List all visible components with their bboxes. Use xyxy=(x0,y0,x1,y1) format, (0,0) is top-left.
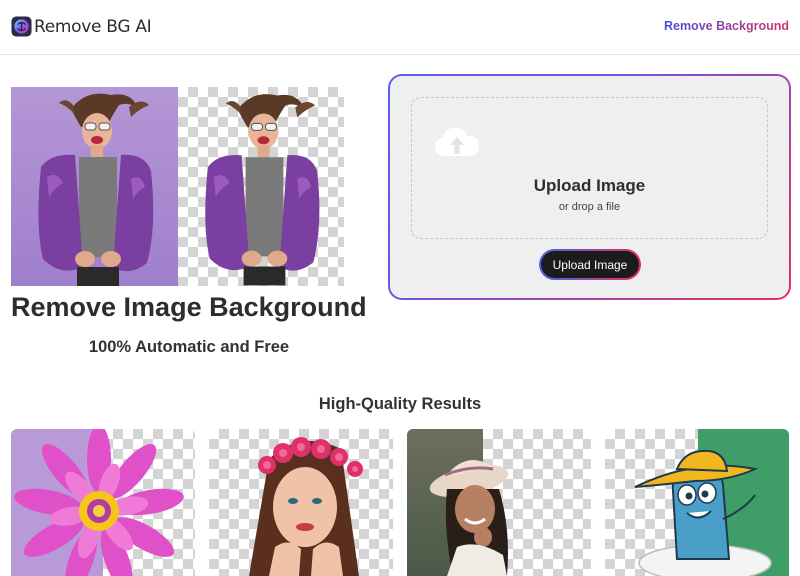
woman-with-hat-illustration xyxy=(429,459,509,576)
woman-in-fur-coat-illustration xyxy=(38,93,154,286)
result-card-woman-hat xyxy=(407,429,591,576)
nav-remove-background-link[interactable]: Remove Background xyxy=(664,19,789,33)
hero-original-photo xyxy=(11,87,178,286)
flower-illustration xyxy=(14,429,184,576)
dropzone-title: Upload Image xyxy=(533,176,646,195)
cloud-upload-icon xyxy=(435,128,479,156)
hero-title: Remove Image Background xyxy=(11,292,367,322)
upload-card: Upload Image or drop a file Upload Image xyxy=(388,74,791,300)
woman-flower-crown-illustration xyxy=(249,437,363,576)
brand-name: Remove BG AI xyxy=(34,16,152,37)
file-dropzone[interactable]: Upload Image or drop a file xyxy=(411,97,768,239)
brand-logo-link[interactable]: Remove BG AI xyxy=(11,16,152,37)
result-card-flower xyxy=(11,429,195,576)
upload-card-inner: Upload Image or drop a file Upload Image xyxy=(390,76,789,298)
upload-image-button-label: Upload Image xyxy=(541,251,639,278)
hero-subtitle: 100% Automatic and Free xyxy=(88,338,290,356)
upload-image-button[interactable]: Upload Image xyxy=(539,249,641,280)
site-header: Remove BG AI Remove Background xyxy=(0,0,800,55)
result-card-flower-crown xyxy=(209,429,393,576)
hero-transparent-result xyxy=(178,87,344,286)
woman-cutout-illustration xyxy=(205,94,320,286)
brain-logo-icon xyxy=(11,16,32,37)
dropzone-subtitle: or drop a file xyxy=(558,201,621,213)
hero-before-after-image xyxy=(11,87,344,286)
results-section-title: High-Quality Results xyxy=(318,395,482,413)
cartoon-character-illustration xyxy=(634,449,772,576)
result-card-cartoon xyxy=(605,429,789,576)
